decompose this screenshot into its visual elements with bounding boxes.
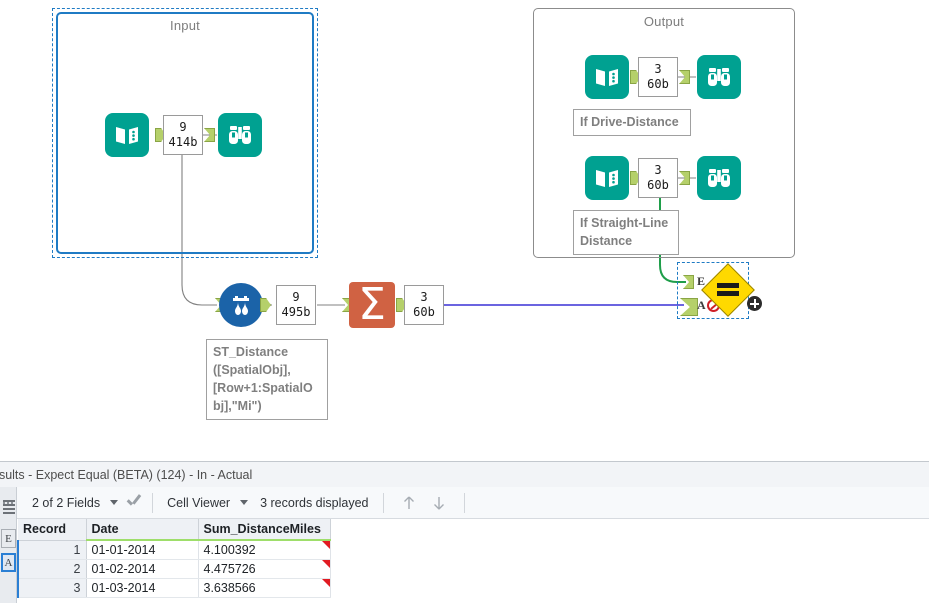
binoculars-icon — [697, 55, 741, 99]
cell-sum-distancemiles[interactable]: 3.638566 — [198, 578, 331, 598]
annotation-formula: ST_Distance ([SpatialObj], [Row+1:Spatia… — [206, 339, 328, 420]
container-title-output: Output — [643, 14, 685, 29]
table-row[interactable]: 2 01-02-2014 4.475726 — [17, 559, 331, 579]
workflow-canvas[interactable]: Input 9 414b Output 3 60b If Drive-Dista… — [0, 0, 929, 461]
cell-mismatch-flag-icon — [321, 541, 330, 549]
toolbar-divider — [463, 492, 465, 513]
toolbar-divider — [152, 492, 154, 513]
toolbar-divider — [382, 492, 384, 513]
viewer-label: Cell Viewer — [167, 495, 231, 510]
cell-mismatch-flag-icon — [321, 560, 330, 568]
rail-tab-e[interactable]: E — [1, 529, 16, 548]
formula-tool[interactable] — [219, 283, 263, 327]
cell-record: 2 — [17, 559, 87, 579]
formula-drop-icon — [219, 283, 263, 327]
cell-sum-distancemiles[interactable]: 4.475726 — [198, 559, 331, 579]
table-row[interactable]: 1 01-01-2014 4.100392 — [17, 540, 331, 560]
record-count-box-out2: 3 60b — [638, 158, 678, 198]
results-panel-title: esults - Expect Equal (BETA) (124) - In … — [0, 462, 929, 487]
results-toolbar: 2 of 2 Fields Cell Viewer 3 records disp… — [17, 487, 929, 519]
record-count-box-out1: 3 60b — [638, 57, 678, 97]
text-input-tool-input[interactable] — [105, 113, 149, 157]
plus-icon[interactable] — [747, 296, 762, 311]
record-count-box-summarize: 3 60b — [404, 285, 444, 325]
cell-record: 3 — [17, 578, 87, 598]
table-row[interactable]: 3 01-03-2014 3.638566 — [17, 578, 331, 598]
cell-date[interactable]: 01-01-2014 — [86, 540, 199, 560]
cell-date[interactable]: 01-03-2014 — [86, 578, 199, 598]
annotation-out1: If Drive-Distance — [573, 109, 691, 136]
results-title-text: esults - Expect Equal (BETA) (124) - In … — [0, 467, 253, 482]
results-data-grid[interactable]: Record Date Sum_DistanceMiles 1 01-01-201… — [17, 519, 929, 603]
table-header-row: Record Date Sum_DistanceMiles — [18, 519, 331, 541]
cell-date[interactable]: 01-02-2014 — [86, 559, 199, 579]
equals-icon — [717, 283, 739, 297]
column-header-record[interactable]: Record — [18, 519, 87, 541]
binoculars-icon — [697, 156, 741, 200]
arrow-up-icon[interactable] — [399, 493, 419, 513]
column-header-sum-distancemiles[interactable]: Sum_DistanceMiles — [198, 519, 331, 541]
check-icon[interactable] — [126, 496, 142, 510]
cell-record: 1 — [17, 540, 87, 560]
alteryx-designer-window: Input 9 414b Output 3 60b If Drive-Dista… — [0, 0, 929, 603]
table-body: 1 01-01-2014 4.100392 2 01-02-2014 4.475726 3 0… — [17, 540, 331, 598]
viewer-selector[interactable]: Cell Viewer — [163, 487, 254, 518]
cell-mismatch-flag-icon — [321, 579, 330, 587]
annotation-out2: If Straight-Line Distance — [573, 210, 679, 255]
expect-equal-tool[interactable]: E A — [677, 262, 762, 323]
browse-tool-out2[interactable] — [697, 156, 741, 200]
summarize-tool[interactable]: Σ — [349, 282, 395, 328]
browse-tool-out1[interactable] — [697, 55, 741, 99]
grip-dots-icon[interactable] — [3, 491, 15, 504]
binoculars-icon — [218, 113, 262, 157]
results-panel: esults - Expect Equal (BETA) (124) - In … — [0, 461, 929, 603]
book-icon — [585, 156, 629, 200]
fields-label: 2 of 2 Fields — [32, 495, 101, 510]
chevron-down-icon[interactable] — [110, 500, 119, 505]
text-input-tool-out2[interactable] — [585, 156, 629, 200]
chevron-down-icon[interactable] — [240, 500, 249, 505]
list-icon[interactable] — [3, 500, 15, 516]
results-table: Record Date Sum_DistanceMiles 1 01-01-201… — [17, 519, 331, 598]
text-input-tool-out1[interactable] — [585, 55, 629, 99]
container-title-input: Input — [170, 18, 200, 33]
column-header-date[interactable]: Date — [86, 519, 199, 541]
anchor-label-a: A — [697, 298, 706, 312]
browse-tool-input[interactable] — [218, 113, 262, 157]
records-displayed-label: 3 records displayed — [260, 495, 369, 510]
record-count-box-input: 9 414b — [163, 115, 203, 155]
book-icon — [105, 113, 149, 157]
cell-sum-distancemiles[interactable]: 4.100392 — [198, 540, 331, 560]
arrow-down-icon[interactable] — [429, 493, 449, 513]
record-count-box-formula: 9 495b — [276, 285, 316, 325]
rail-tab-a[interactable]: A — [1, 553, 16, 572]
sigma-icon: Σ — [349, 282, 395, 328]
book-icon — [585, 55, 629, 99]
results-left-rail[interactable]: E A — [0, 487, 17, 603]
fields-selector[interactable]: 2 of 2 Fields — [28, 487, 124, 518]
